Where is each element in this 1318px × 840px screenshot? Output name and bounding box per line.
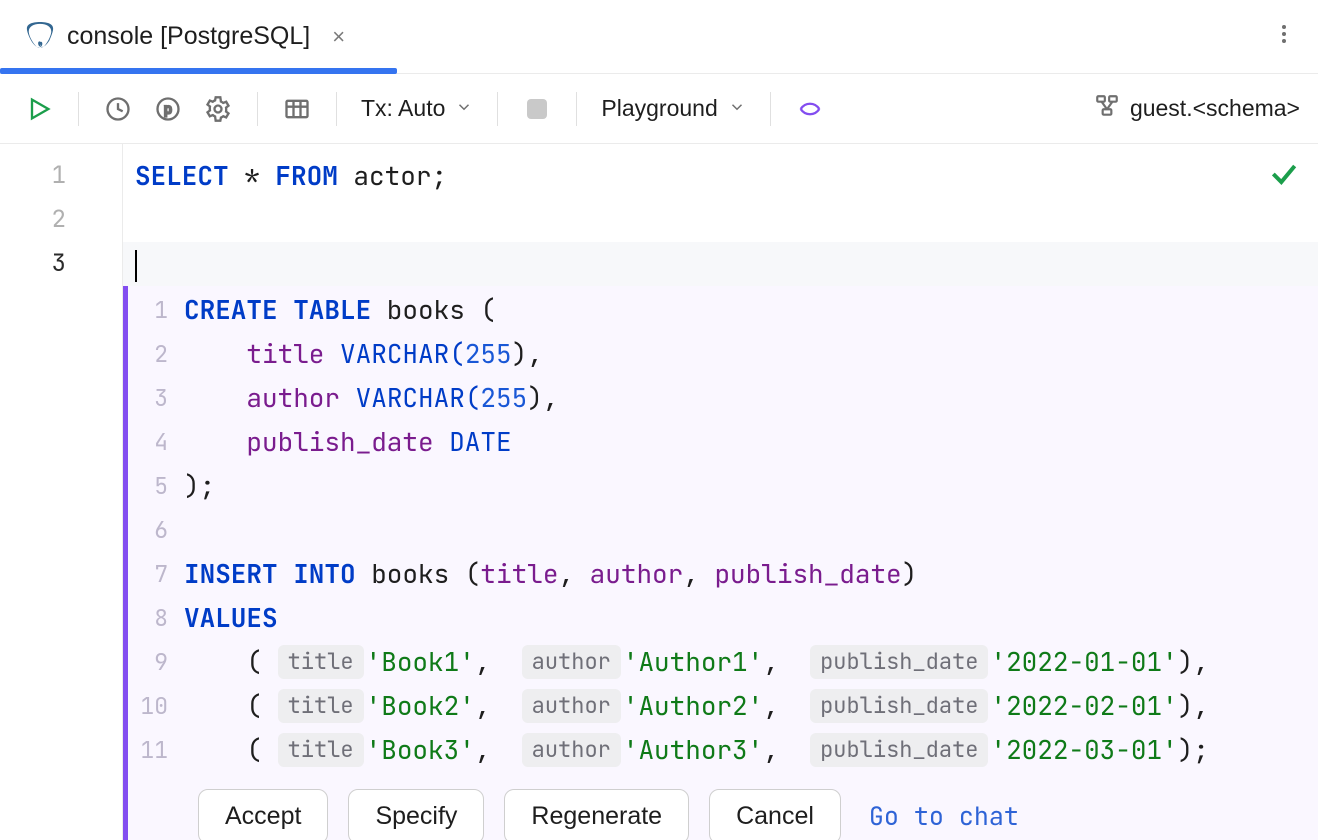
line-number: 8 <box>128 596 174 640</box>
code-area[interactable]: SELECT * FROM actor; 1 2 3 4 5 6 7 8 9 1… <box>122 144 1318 840</box>
param-hint: publish_date <box>810 689 988 723</box>
code-line: CREATE TABLE books ( <box>184 288 1318 332</box>
tab-close-button[interactable]: × <box>332 26 345 48</box>
main-gutter: 1 2 3 <box>0 144 122 840</box>
toolbar-separator <box>497 92 498 126</box>
tab-bar: console [PostgreSQL] × <box>0 0 1318 74</box>
param-hint: author <box>522 689 621 723</box>
settings-button[interactable] <box>197 88 239 130</box>
param-hint: publish_date <box>810 733 988 767</box>
line-number: 1 <box>0 154 122 198</box>
explain-plan-button[interactable]: p <box>147 88 189 130</box>
line-number: 3 <box>0 242 122 286</box>
data-view-button[interactable] <box>276 88 318 130</box>
code-line: publish_date DATE <box>184 420 1318 464</box>
code-line: title VARCHAR(255), <box>184 332 1318 376</box>
toolbar-separator <box>78 92 79 126</box>
code-line: author VARCHAR(255), <box>184 376 1318 420</box>
ai-gutter: 1 2 3 4 5 6 7 8 9 10 11 <box>128 286 174 840</box>
code-line[interactable] <box>123 198 1318 242</box>
code-line: ( title'Book3', author'Author3', publish… <box>184 728 1318 772</box>
line-number: 6 <box>128 508 174 552</box>
param-hint: title <box>278 689 364 723</box>
schema-context-selector[interactable]: guest.<schema> <box>1094 93 1300 125</box>
svg-text:p: p <box>164 102 172 118</box>
code-line <box>184 508 1318 552</box>
sql-editor[interactable]: 1 2 3 SELECT * FROM actor; 1 2 3 4 5 6 7… <box>0 144 1318 840</box>
line-number: 7 <box>128 552 174 596</box>
toolbar-separator <box>257 92 258 126</box>
caret <box>135 250 137 282</box>
tx-mode-dropdown[interactable]: Tx: Auto <box>355 95 479 122</box>
session-label: Playground <box>601 95 717 122</box>
accept-button[interactable]: Accept <box>198 789 328 840</box>
code-line[interactable] <box>123 242 1318 286</box>
ai-suggestion-panel: 1 2 3 4 5 6 7 8 9 10 11 CREATE TABLE boo… <box>123 286 1318 840</box>
regenerate-button[interactable]: Regenerate <box>504 789 689 840</box>
specify-button[interactable]: Specify <box>348 789 484 840</box>
ai-assistant-button[interactable] <box>789 88 831 130</box>
toolbar-separator <box>336 92 337 126</box>
code-line: ); <box>184 464 1318 508</box>
ai-code[interactable]: CREATE TABLE books ( title VARCHAR(255),… <box>174 286 1318 840</box>
line-number: 11 <box>128 728 174 772</box>
schema-context-label: guest.<schema> <box>1130 95 1300 122</box>
stop-icon <box>527 99 547 119</box>
param-hint: title <box>278 733 364 767</box>
code-line: ( title'Book2', author'Author2', publish… <box>184 684 1318 728</box>
line-number: 2 <box>128 332 174 376</box>
history-button[interactable] <box>97 88 139 130</box>
console-tab[interactable]: console [PostgreSQL] × <box>0 0 370 73</box>
go-to-chat-link[interactable]: Go to chat <box>869 799 1019 833</box>
chevron-down-icon <box>455 95 473 122</box>
tab-title: console [PostgreSQL] <box>67 22 310 51</box>
tab-overflow-button[interactable] <box>1272 22 1296 51</box>
code-line: VALUES <box>184 596 1318 640</box>
session-dropdown[interactable]: Playground <box>595 95 751 122</box>
line-number: 3 <box>128 376 174 420</box>
active-tab-indicator <box>0 68 397 74</box>
line-number: 9 <box>128 640 174 684</box>
toolbar-separator <box>770 92 771 126</box>
ai-action-bar: Accept Specify Regenerate Cancel Go to c… <box>184 780 1318 840</box>
cancel-button[interactable]: Cancel <box>709 789 841 840</box>
param-hint: author <box>522 645 621 679</box>
line-number: 1 <box>128 288 174 332</box>
editor-toolbar: p Tx: Auto Playground guest.<schema> <box>0 74 1318 144</box>
tx-mode-label: Tx: Auto <box>361 95 445 122</box>
line-number: 2 <box>0 198 122 242</box>
line-number: 10 <box>128 684 174 728</box>
line-number: 5 <box>128 464 174 508</box>
param-hint: author <box>522 733 621 767</box>
toolbar-separator <box>576 92 577 126</box>
code-line[interactable]: SELECT * FROM actor; <box>123 154 1318 198</box>
param-hint: publish_date <box>810 645 988 679</box>
param-hint: title <box>278 645 364 679</box>
code-line: INSERT INTO books (title, author, publis… <box>184 552 1318 596</box>
line-number: 4 <box>128 420 174 464</box>
stop-button[interactable] <box>516 88 558 130</box>
postgres-icon <box>25 22 55 52</box>
chevron-down-icon <box>728 95 746 122</box>
code-line: ( title'Book1', author'Author1', publish… <box>184 640 1318 684</box>
run-button[interactable] <box>18 88 60 130</box>
schema-icon <box>1094 93 1120 125</box>
